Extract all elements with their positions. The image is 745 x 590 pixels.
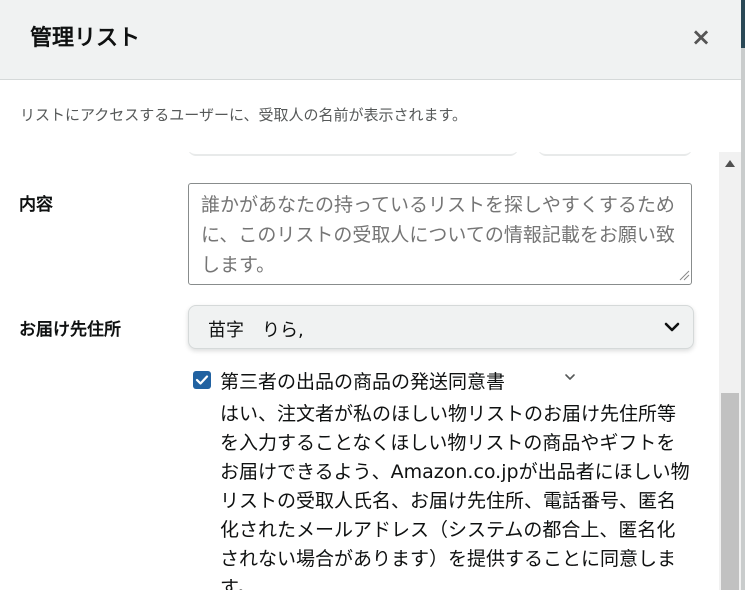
dialog-scroll-content: 内容 お届け先住所 苗字 りら, 第三者の出品の商品の発送同意書 はい、注文者が… [0, 152, 715, 590]
chevron-down-icon[interactable] [563, 370, 577, 384]
consent-description: はい、注文者が私のほしい物リストのお届け先住所等を入力することなくほしい物リスト… [220, 403, 690, 590]
manage-list-dialog: 管理リスト × リストにアクセスするユーザーに、受取人の名前が表示されます。 内… [0, 0, 745, 590]
scrollbar-thumb[interactable] [721, 393, 739, 590]
background-page-edge [741, 0, 745, 590]
check-icon [195, 375, 209, 385]
partially-hidden-field [188, 152, 518, 156]
resize-grip-icon[interactable] [678, 269, 690, 281]
recipient-name-notice: リストにアクセスするユーザーに、受取人の名前が表示されます。 [20, 106, 468, 124]
background-page-edge [741, 0, 745, 48]
address-select[interactable]: 苗字 りら, [188, 305, 694, 349]
partially-hidden-field [538, 152, 692, 156]
dialog-header: 管理リスト × [0, 0, 741, 80]
scroll-up-arrow-icon[interactable] [719, 152, 741, 176]
content-label: 内容 [19, 195, 53, 215]
close-icon[interactable]: × [688, 24, 714, 50]
address-select-value: 苗字 りら, [208, 320, 304, 341]
scrollbar[interactable] [719, 152, 741, 590]
chevron-down-icon [664, 322, 680, 332]
dialog-title: 管理リスト [30, 26, 141, 51]
consent-label[interactable]: 第三者の出品の商品の発送同意書 [220, 367, 505, 394]
consent-checkbox[interactable] [193, 371, 211, 389]
address-label: お届け先住所 [19, 320, 121, 340]
content-textarea[interactable] [188, 183, 692, 285]
